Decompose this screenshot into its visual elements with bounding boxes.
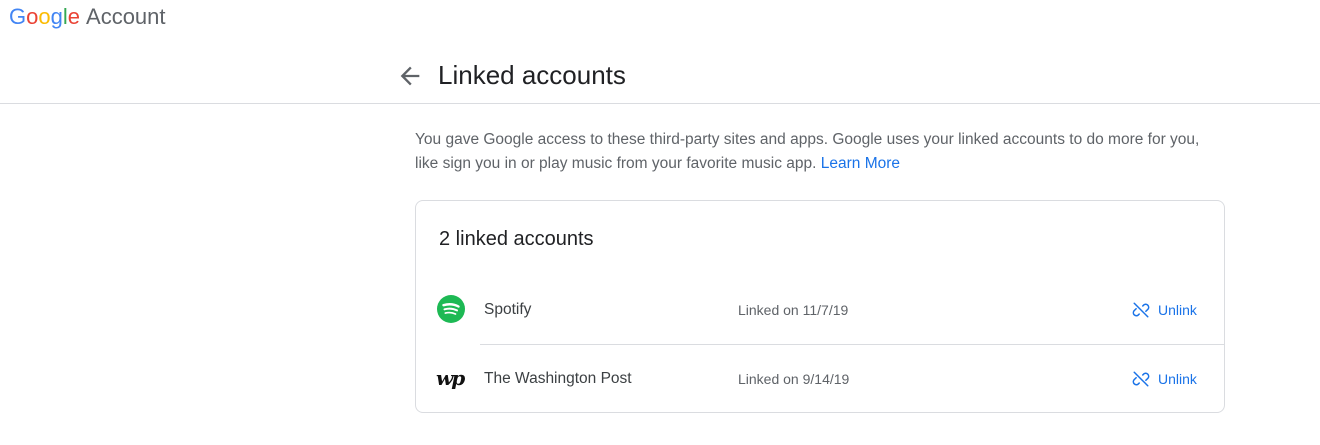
unlink-button-washington-post[interactable]: Unlink: [1132, 367, 1197, 391]
link-off-icon: [1132, 371, 1150, 387]
top-bar: Google Account: [0, 0, 1320, 36]
product-name: Account: [86, 4, 166, 29]
linked-date: Linked on 9/14/19: [738, 371, 850, 387]
linked-date: Linked on 11/7/19: [738, 302, 849, 318]
unlink-label: Unlink: [1158, 302, 1197, 318]
unlink-label: Unlink: [1158, 371, 1197, 387]
link-off-icon: [1132, 302, 1150, 318]
learn-more-link[interactable]: Learn More: [821, 155, 900, 172]
logo-letter-g2: g: [50, 4, 63, 29]
washington-post-logo: wp: [436, 366, 465, 390]
unlink-button-spotify[interactable]: Unlink: [1132, 298, 1197, 322]
logo-letter-e: e: [67, 4, 81, 29]
page-title: Linked accounts: [438, 60, 626, 90]
spotify-logo: [436, 294, 466, 324]
linked-accounts-card: 2 linked accounts Spotify Linked on 11/7…: [415, 200, 1225, 413]
linked-accounts-description: You gave Google access to these third-pa…: [415, 128, 1215, 176]
logo-letter-o1: o: [26, 4, 39, 29]
linked-account-row-washington-post[interactable]: wp The Washington Post Linked on 9/14/19…: [416, 345, 1224, 413]
back-button[interactable]: [396, 62, 424, 90]
page-header: Linked accounts: [0, 52, 1320, 104]
description-text: You gave Google access to these third-pa…: [415, 131, 1200, 172]
arrow-left-icon: [400, 66, 420, 86]
logo-letter-g: G: [9, 4, 27, 29]
account-name: Spotify: [484, 301, 532, 318]
logo-letter-o2: o: [38, 4, 51, 29]
card-title: 2 linked accounts: [439, 228, 594, 250]
account-name: The Washington Post: [484, 370, 632, 387]
linked-account-row-spotify[interactable]: Spotify Linked on 11/7/19 Unlink: [416, 276, 1224, 344]
google-account-logo[interactable]: Google Account: [9, 3, 166, 31]
